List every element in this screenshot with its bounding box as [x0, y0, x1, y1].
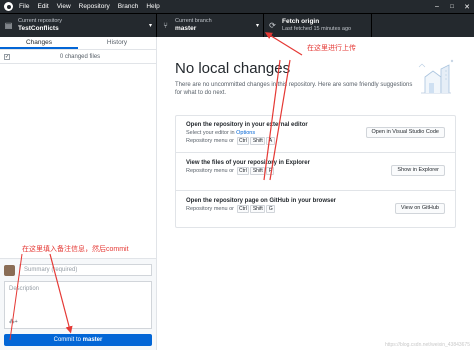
shortcut-key: Ctrl: [236, 167, 250, 175]
tab-changes[interactable]: Changes: [0, 37, 78, 49]
shortcut-key: Ctrl: [236, 137, 250, 145]
shortcut-key: A: [266, 137, 275, 145]
description-input[interactable]: Description ⁂+: [4, 281, 152, 329]
commit-button-label: Commit to: [53, 337, 83, 343]
page-subtitle: There are no uncommitted changes in this…: [175, 82, 413, 96]
current-repository-button[interactable]: ▤ Current repository TestConflicts ▾: [0, 14, 157, 37]
changed-files-count: 0 changed files: [59, 53, 101, 60]
select-all-checkbox[interactable]: ✓: [4, 53, 10, 60]
suggestion-show-explorer: View the files of your repository in Exp…: [176, 154, 455, 191]
fetch-origin-button[interactable]: ⟳ Fetch origin Last fetched 15 minutes a…: [264, 14, 372, 37]
changed-files-header: ✓ 0 changed files: [0, 50, 156, 64]
suggestion-open-editor: Open the repository in your external edi…: [176, 116, 455, 153]
repo-icon: ▤: [4, 21, 13, 30]
toolbar: ▤ Current repository TestConflicts ▾ ⑂ C…: [0, 13, 474, 37]
menu-file[interactable]: File: [19, 3, 29, 10]
menu-branch[interactable]: Branch: [118, 3, 139, 10]
fetch-status: Last fetched 15 minutes ago: [282, 26, 352, 32]
suggestion-menu-text: Repository menu or: [186, 138, 234, 144]
menu-repository[interactable]: Repository: [79, 3, 110, 10]
commit-annotation: 在这里填入备注信息，然后commit: [22, 246, 129, 253]
shortcut-key: Shift: [250, 167, 266, 175]
shortcut-key: Shift: [250, 205, 266, 213]
upload-annotation: 在这里进行上传: [307, 45, 356, 52]
current-branch-button[interactable]: ⑂ Current branch master ▾: [157, 14, 264, 37]
summary-input[interactable]: Summary (required): [19, 264, 152, 276]
repository-caption: Current repository: [18, 18, 63, 24]
shortcut-key: Ctrl: [236, 205, 250, 213]
branch-icon: ⑂: [163, 21, 168, 30]
repository-name: TestConflicts: [18, 25, 59, 32]
shortcut-key: F: [266, 167, 275, 175]
chevron-down-icon: ▾: [148, 23, 152, 29]
shortcut-key: G: [266, 205, 276, 213]
view-on-github-button[interactable]: View on GitHub: [394, 203, 445, 214]
sidebar-tabs: Changes History: [0, 37, 156, 50]
suggestion-text: Select your editor in: [186, 130, 237, 136]
fetch-title: Fetch origin: [282, 18, 320, 25]
branch-caption: Current branch: [175, 18, 212, 24]
menu-bar: File Edit View Repository Branch Help – …: [0, 0, 474, 13]
watermark: https://blog.csdn.net/weixin_43843675: [384, 342, 470, 348]
minimize-icon[interactable]: –: [430, 0, 444, 13]
show-in-explorer-button[interactable]: Show in Explorer: [391, 165, 445, 176]
commit-button[interactable]: Commit to master: [4, 334, 152, 346]
suggestion-menu-text: Repository menu or: [186, 206, 234, 212]
avatar: [4, 264, 15, 276]
no-changes-illustration: [418, 59, 454, 94]
suggestion-menu-text: Repository menu or: [186, 168, 234, 174]
close-icon[interactable]: ✕: [460, 0, 474, 13]
sync-icon: ⟳: [269, 21, 276, 30]
menu-help[interactable]: Help: [146, 3, 159, 10]
sidebar: Changes History ✓ 0 changed files Summar…: [0, 37, 157, 350]
options-link[interactable]: Options: [236, 130, 255, 136]
add-coauthor-icon[interactable]: ⁂+: [9, 319, 18, 325]
open-in-editor-button[interactable]: Open in Visual Studio Code: [365, 127, 445, 138]
description-placeholder: Description: [9, 286, 40, 292]
main-content: No local changes There are no uncommitte…: [157, 37, 474, 350]
page-title: No local changes: [175, 60, 291, 77]
tab-history[interactable]: History: [78, 37, 156, 49]
maximize-icon[interactable]: □: [445, 0, 459, 13]
branch-name: master: [175, 25, 197, 32]
suggestion-view-github: Open the repository page on GitHub in yo…: [176, 192, 455, 229]
chevron-down-icon: ▾: [255, 23, 259, 29]
shortcut-key: Shift: [250, 137, 266, 145]
commit-button-branch: master: [82, 337, 103, 343]
menu-view[interactable]: View: [57, 3, 71, 10]
menu-edit[interactable]: Edit: [37, 3, 48, 10]
github-logo-icon: [4, 2, 13, 11]
commit-area: Summary (required) Description ⁂+ Commit…: [0, 258, 156, 350]
suggestions-panel: Open the repository in your external edi…: [175, 115, 456, 228]
